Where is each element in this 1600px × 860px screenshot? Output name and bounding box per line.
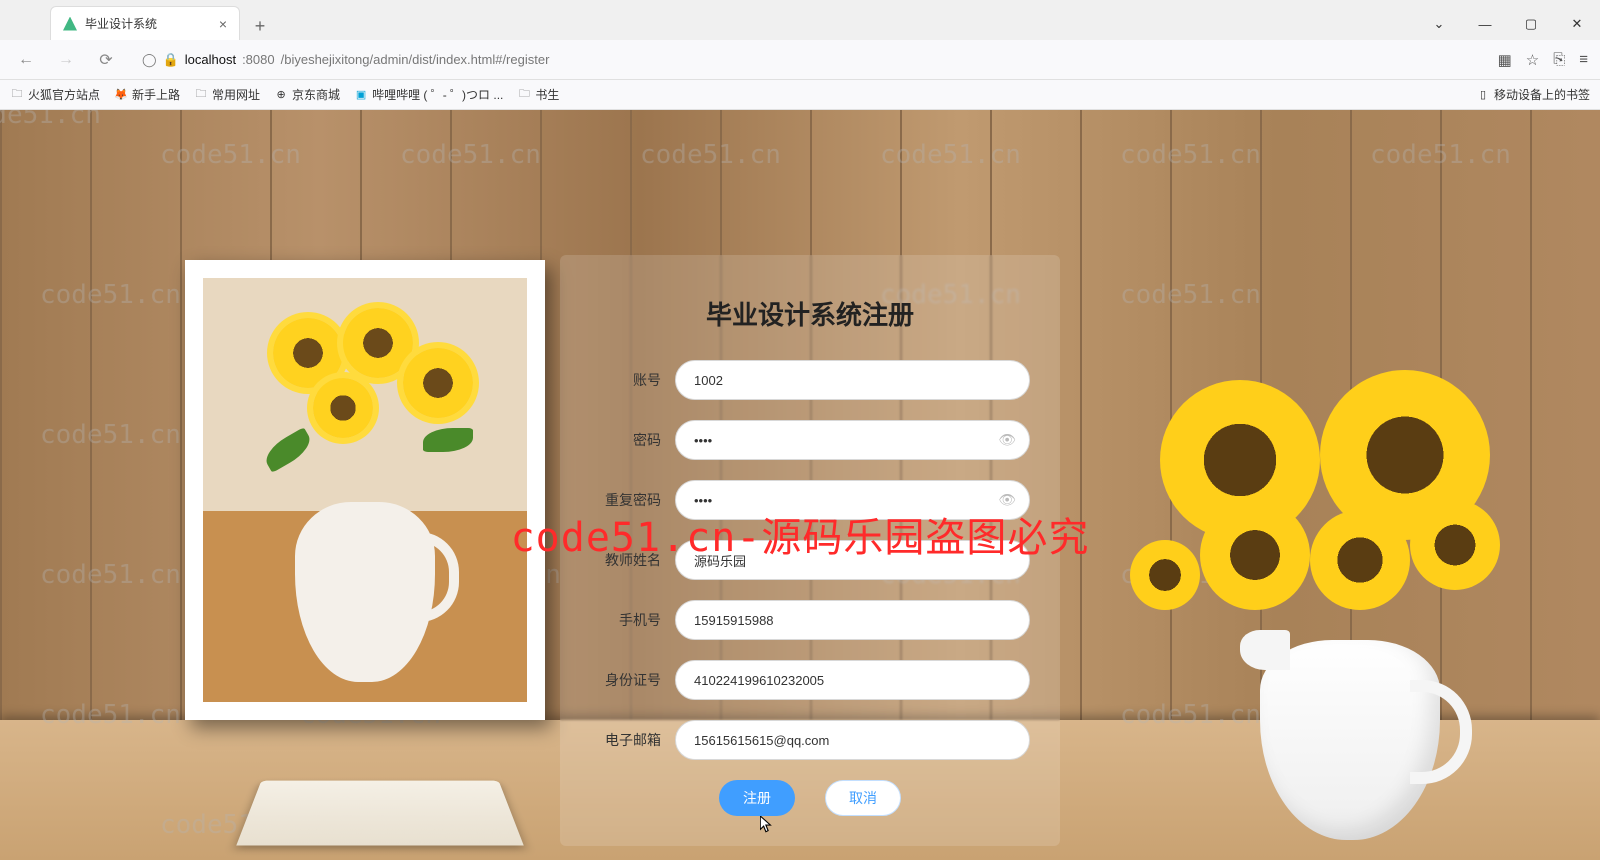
eye-icon[interactable]: 👁 <box>998 492 1016 509</box>
forward-button[interactable]: → <box>52 46 80 74</box>
sunflower-icon <box>343 308 413 378</box>
new-tab-button[interactable]: + <box>246 12 274 40</box>
bookmarks-bar: 🗀火狐官方站点 🦊新手上路 🗀常用网址 ⊕京东商城 ▣哔哩哔哩 ( ゜- ゜)つ… <box>0 80 1600 110</box>
bookmark-firefox[interactable]: 🗀火狐官方站点 <box>10 86 100 103</box>
sunflower-icon <box>1310 510 1410 610</box>
globe-icon: ⊕ <box>274 88 288 102</box>
label-name: 教师姓名 <box>590 550 675 570</box>
input-phone[interactable] <box>675 600 1030 640</box>
bookmark-shusheng[interactable]: 🗀书生 <box>517 86 559 103</box>
label-phone: 手机号 <box>590 610 675 630</box>
window-minimize-icon[interactable]: — <box>1462 8 1508 40</box>
page-content: code51.cn code51.cn code51.cn code51.cn … <box>0 110 1600 860</box>
bilibili-icon: ▣ <box>354 88 368 102</box>
folder-icon: 🗀 <box>10 88 24 102</box>
url-path: /biyeshejixitong/admin/dist/index.html#/… <box>281 52 550 67</box>
browser-tab[interactable]: 毕业设计系统 × <box>50 6 240 40</box>
lock-icon: 🔒 <box>163 52 179 68</box>
shield-icon: ◯ <box>142 52 157 68</box>
reload-button[interactable]: ⟳ <box>92 46 120 74</box>
leaf-icon <box>260 427 315 473</box>
form-title: 毕业设计系统注册 <box>590 295 1030 332</box>
sunflower-icon <box>403 348 473 418</box>
input-password[interactable] <box>675 420 1030 460</box>
tab-title: 毕业设计系统 <box>85 15 211 32</box>
open-book <box>236 781 524 846</box>
bookmark-common[interactable]: 🗀常用网址 <box>194 86 260 103</box>
extensions-icon[interactable]: ⎘ <box>1553 51 1565 68</box>
sunflower-icon <box>1200 500 1310 610</box>
menu-icon[interactable]: ≡ <box>1579 51 1588 68</box>
input-repeat-password[interactable] <box>675 480 1030 520</box>
input-idcard[interactable] <box>675 660 1030 700</box>
input-email[interactable] <box>675 720 1030 760</box>
bookmark-jd[interactable]: ⊕京东商城 <box>274 86 340 103</box>
bookmark-star-icon[interactable]: ☆ <box>1526 51 1539 69</box>
input-teacher-name[interactable] <box>675 540 1030 580</box>
bookmark-mobile[interactable]: ▯移动设备上的书签 <box>1476 86 1590 103</box>
jug-body <box>1260 640 1440 840</box>
window-controls: ⌄ — ▢ ✕ <box>1416 8 1600 40</box>
window-maximize-icon[interactable]: ▢ <box>1508 8 1554 40</box>
browser-titlebar: 毕业设计系统 × + ⌄ — ▢ ✕ <box>0 0 1600 40</box>
label-email: 电子邮箱 <box>590 730 675 750</box>
register-button[interactable]: 注册 <box>719 780 795 816</box>
cancel-button[interactable]: 取消 <box>825 780 901 816</box>
leaf-icon <box>423 428 473 452</box>
url-port: :8080 <box>242 52 275 67</box>
back-button[interactable]: ← <box>12 46 40 74</box>
eye-icon[interactable]: 👁 <box>998 432 1016 449</box>
qr-icon[interactable]: ▦ <box>1498 51 1512 69</box>
label-password: 密码 <box>590 430 675 450</box>
label-idcard: 身份证号 <box>590 670 675 690</box>
input-account[interactable] <box>675 360 1030 400</box>
folder-icon: 🗀 <box>517 88 531 102</box>
sunflower-icon <box>273 318 343 388</box>
sunflower-icon <box>1130 540 1200 610</box>
sunflower-icon <box>1410 500 1500 590</box>
cursor-icon <box>760 816 774 834</box>
bookmark-bilibili[interactable]: ▣哔哩哔哩 ( ゜- ゜)つロ ... <box>354 86 503 103</box>
vase-shape <box>295 502 435 682</box>
url-box[interactable]: ◯ 🔒 localhost :8080/biyeshejixitong/admin… <box>132 45 1486 75</box>
bookmark-newbie[interactable]: 🦊新手上路 <box>114 86 180 103</box>
folder-icon: 🗀 <box>194 88 208 102</box>
tab-close-icon[interactable]: × <box>219 16 227 32</box>
address-bar: ← → ⟳ ◯ 🔒 localhost :8080/biyeshejixitong… <box>0 40 1600 80</box>
label-repeat: 重复密码 <box>590 490 675 510</box>
label-account: 账号 <box>590 370 675 390</box>
sunflower-icon <box>313 378 373 438</box>
painting <box>203 278 527 702</box>
register-panel: 毕业设计系统注册 账号 密码 👁 重复密码 👁 教师姓名 手机号 身份证号 电子… <box>560 255 1060 846</box>
window-dropdown-icon[interactable]: ⌄ <box>1416 8 1462 40</box>
vue-favicon-icon <box>63 17 77 31</box>
sunflower-jug <box>1220 600 1480 840</box>
framed-picture <box>185 260 545 720</box>
url-host: localhost <box>185 52 236 67</box>
firefox-icon: 🦊 <box>114 88 128 102</box>
mobile-icon: ▯ <box>1476 88 1490 102</box>
window-close-icon[interactable]: ✕ <box>1554 8 1600 40</box>
